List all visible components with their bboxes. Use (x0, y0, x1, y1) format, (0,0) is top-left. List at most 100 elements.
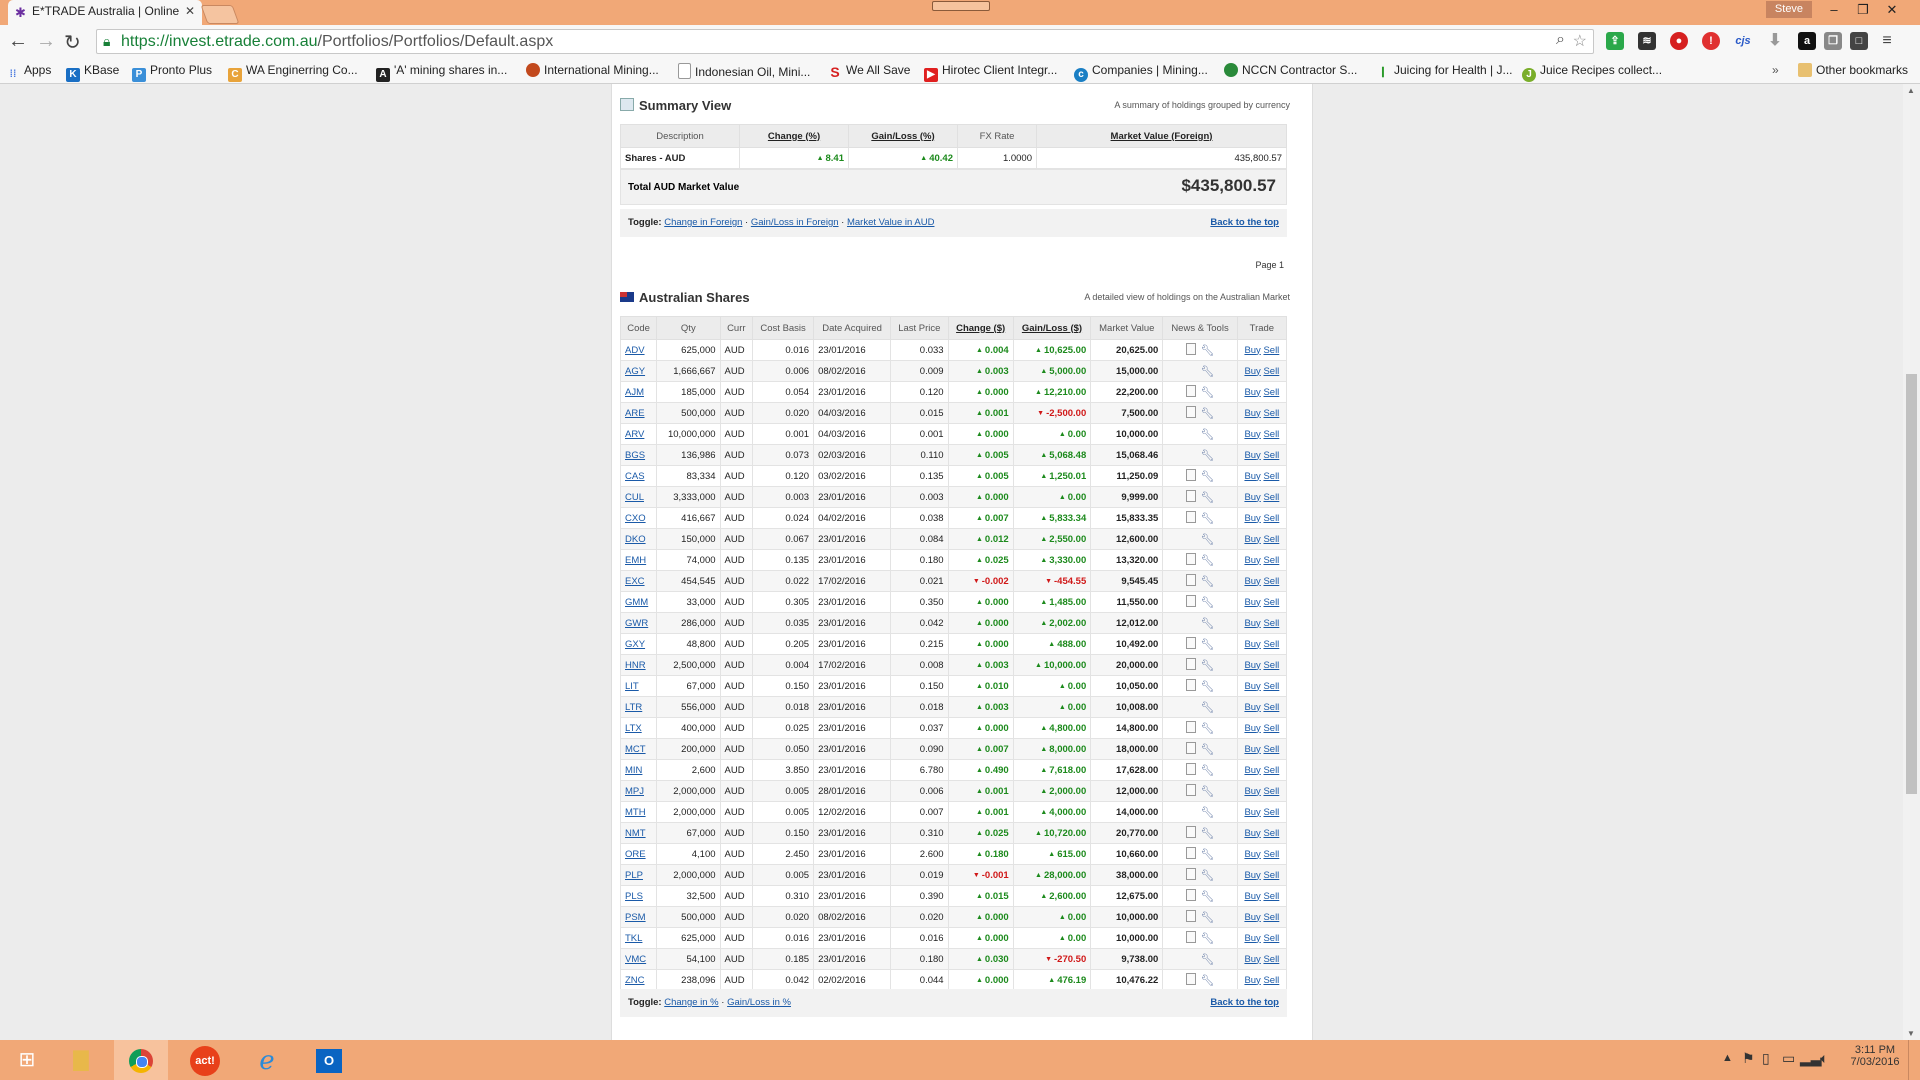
sell-link[interactable]: Sell (1263, 387, 1279, 398)
buy-link[interactable]: Buy (1244, 534, 1260, 545)
buy-link[interactable]: Buy (1244, 366, 1260, 377)
toggle-change-foreign[interactable]: Change in Foreign (664, 217, 742, 228)
buy-link[interactable]: Buy (1244, 513, 1260, 524)
news-document-icon[interactable] (1185, 574, 1196, 586)
news-document-icon[interactable] (1185, 721, 1196, 733)
toggle-gain-pct[interactable]: Gain/Loss in % (727, 997, 791, 1008)
stock-code-link[interactable]: LTX (625, 723, 642, 734)
news-document-icon[interactable] (1185, 910, 1196, 922)
sell-link[interactable]: Sell (1263, 450, 1279, 461)
sell-link[interactable]: Sell (1263, 345, 1279, 356)
wrench-icon[interactable]: 🔧︎ (1201, 365, 1215, 378)
wrench-icon[interactable]: 🔧︎ (1201, 470, 1215, 483)
wrench-icon[interactable]: 🔧︎ (1201, 764, 1215, 777)
wrench-icon[interactable]: 🔧︎ (1201, 890, 1215, 903)
col-change-pct[interactable]: Change (%) (739, 124, 849, 148)
stock-code-link[interactable]: MIN (625, 765, 642, 776)
news-document-icon[interactable] (1185, 637, 1196, 649)
code-cell[interactable]: MCT (619, 738, 658, 760)
sell-link[interactable]: Sell (1263, 576, 1279, 587)
code-cell[interactable]: AJM (619, 381, 658, 403)
news-document-icon[interactable] (1185, 343, 1196, 355)
layers-extension-icon[interactable]: ≋ (1638, 32, 1656, 50)
folder-icon[interactable]: ▇ (54, 1040, 108, 1080)
amazon-extension-icon[interactable]: a (1798, 32, 1816, 50)
buy-link[interactable]: Buy (1244, 723, 1260, 734)
sell-link[interactable]: Sell (1263, 723, 1279, 734)
scrollbar-thumb[interactable] (1906, 374, 1917, 794)
wrench-icon[interactable]: 🔧︎ (1201, 743, 1215, 756)
sell-link[interactable]: Sell (1263, 681, 1279, 692)
bookmark-juice-recipes[interactable]: J Juice Recipes collect... (1522, 63, 1662, 82)
code-cell[interactable]: BGS (619, 444, 658, 466)
sell-link[interactable]: Sell (1263, 408, 1279, 419)
outlook-icon[interactable]: O (302, 1040, 356, 1080)
stock-code-link[interactable]: ARE (625, 408, 645, 419)
code-cell[interactable]: AGY (619, 360, 658, 382)
buy-link[interactable]: Buy (1244, 765, 1260, 776)
wrench-icon[interactable]: 🔧︎ (1201, 827, 1215, 840)
buy-link[interactable]: Buy (1244, 891, 1260, 902)
star-icon[interactable]: ☆ (1573, 31, 1587, 51)
battery-tray-icon[interactable]: ▭ (1782, 1050, 1795, 1067)
stock-code-link[interactable]: GMM (625, 597, 648, 608)
buy-link[interactable]: Buy (1244, 471, 1260, 482)
back-to-top-link[interactable]: Back to the top (1210, 989, 1279, 1017)
zoom-icon[interactable]: ⌕ (1556, 31, 1565, 49)
wrench-icon[interactable]: 🔧︎ (1201, 806, 1215, 819)
stock-code-link[interactable]: DKO (625, 534, 646, 545)
sell-link[interactable]: Sell (1263, 597, 1279, 608)
stock-code-link[interactable]: AJM (625, 387, 644, 398)
wrench-icon[interactable]: 🔧︎ (1201, 953, 1215, 966)
wrench-icon[interactable]: 🔧︎ (1201, 638, 1215, 651)
col-gain-loss[interactable]: Gain/Loss ($) (1012, 316, 1092, 340)
sell-link[interactable]: Sell (1263, 828, 1279, 839)
code-cell[interactable]: DKO (619, 528, 658, 550)
stock-code-link[interactable]: CUL (625, 492, 644, 503)
stock-code-link[interactable]: LIT (625, 681, 639, 692)
news-document-icon[interactable] (1185, 931, 1196, 943)
toggle-change-pct[interactable]: Change in % (664, 997, 718, 1008)
buy-link[interactable]: Buy (1244, 555, 1260, 566)
sell-link[interactable]: Sell (1263, 954, 1279, 965)
code-cell[interactable]: ARV (619, 423, 658, 445)
forward-arrow-icon[interactable]: → (36, 30, 56, 53)
sell-link[interactable]: Sell (1263, 975, 1279, 986)
restore-icon[interactable]: ❐ (1849, 0, 1877, 20)
signal-tray-icon[interactable]: ▂▃ (1800, 1050, 1822, 1067)
lastpass-extension-icon[interactable]: ● (1670, 32, 1688, 50)
stock-code-link[interactable]: CAS (625, 471, 645, 482)
code-cell[interactable]: HNR (619, 654, 658, 676)
code-cell[interactable]: CAS (619, 465, 658, 487)
wrench-icon[interactable]: 🔧︎ (1201, 701, 1215, 714)
scroll-up-icon[interactable]: ▲ (1907, 86, 1915, 95)
cjs-extension-icon[interactable]: cjs (1734, 32, 1752, 50)
bookmark-mining-shares[interactable]: A 'A' mining shares in... (376, 63, 507, 82)
sell-link[interactable]: Sell (1263, 429, 1279, 440)
buy-link[interactable]: Buy (1244, 492, 1260, 503)
stock-code-link[interactable]: LTR (625, 702, 642, 713)
buy-link[interactable]: Buy (1244, 849, 1260, 860)
stock-code-link[interactable]: TKL (625, 933, 642, 944)
stock-code-link[interactable]: HNR (625, 660, 646, 671)
sell-link[interactable]: Sell (1263, 807, 1279, 818)
news-document-icon[interactable] (1185, 847, 1196, 859)
browser-tab[interactable]: ✱ E*TRADE Australia | Online ✕ (8, 0, 202, 25)
code-cell[interactable]: CUL (619, 486, 658, 508)
stock-code-link[interactable]: MTH (625, 807, 646, 818)
news-document-icon[interactable] (1185, 490, 1196, 502)
sell-link[interactable]: Sell (1263, 555, 1279, 566)
wrench-icon[interactable]: 🔧︎ (1201, 344, 1215, 357)
stock-code-link[interactable]: PSM (625, 912, 646, 923)
share-extension-icon[interactable]: ⇪ (1606, 32, 1624, 50)
new-tab-button[interactable] (200, 5, 240, 24)
sell-link[interactable]: Sell (1263, 366, 1279, 377)
stock-code-link[interactable]: GXY (625, 639, 645, 650)
stock-code-link[interactable]: ARV (625, 429, 644, 440)
code-cell[interactable]: MPJ (619, 780, 658, 802)
stock-code-link[interactable]: BGS (625, 450, 645, 461)
buy-link[interactable]: Buy (1244, 744, 1260, 755)
sell-link[interactable]: Sell (1263, 471, 1279, 482)
wrench-icon[interactable]: 🔧︎ (1201, 680, 1215, 693)
sell-link[interactable]: Sell (1263, 513, 1279, 524)
